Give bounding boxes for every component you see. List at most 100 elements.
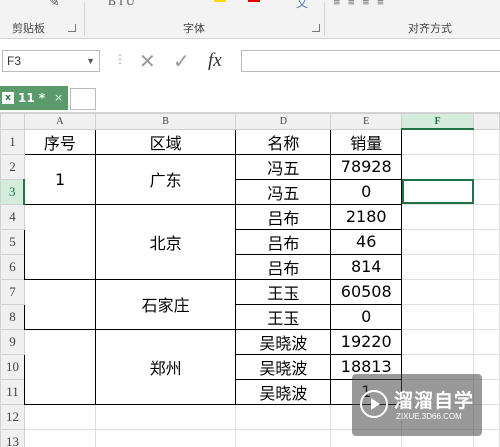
play-logo-icon bbox=[360, 390, 388, 418]
cell-sales[interactable]: 0 bbox=[330, 178, 403, 205]
font-color-icon[interactable] bbox=[248, 0, 260, 2]
row-header[interactable]: 5 bbox=[0, 228, 25, 255]
ribbon-separator bbox=[324, 2, 325, 36]
drag-handle-icon[interactable]: ⋮ bbox=[114, 52, 126, 66]
cell-region[interactable]: 石家庄 bbox=[94, 278, 237, 330]
cell-seq[interactable]: 1 bbox=[23, 153, 96, 205]
grid-cell[interactable] bbox=[473, 178, 500, 205]
cell-sales[interactable]: 0 bbox=[330, 303, 403, 330]
cell-sales[interactable]: 46 bbox=[330, 228, 403, 255]
cell-name[interactable]: 王玉 bbox=[235, 303, 332, 330]
cell-sales[interactable]: 814 bbox=[330, 253, 403, 280]
grid-cell[interactable] bbox=[94, 428, 237, 447]
row-header[interactable]: 13 bbox=[0, 428, 25, 447]
insert-function-button[interactable]: fx bbox=[208, 50, 222, 72]
column-header-f[interactable]: F bbox=[401, 113, 474, 130]
grid-cell[interactable] bbox=[235, 428, 332, 447]
group-label-clipboard: 剪贴板 bbox=[12, 22, 45, 35]
clipboard-launcher-icon[interactable] bbox=[68, 24, 76, 32]
row-header[interactable]: 2 bbox=[0, 153, 25, 180]
grid-cell[interactable] bbox=[94, 403, 237, 430]
cell-name[interactable]: 吕布 bbox=[235, 228, 332, 255]
grid-cell[interactable] bbox=[473, 153, 500, 180]
grid-cell[interactable] bbox=[401, 228, 474, 255]
cell-name[interactable]: 吕布 bbox=[235, 203, 332, 230]
selected-cell-f3[interactable] bbox=[401, 178, 474, 205]
align-buttons[interactable]: ≡≡≡≡ bbox=[333, 0, 391, 8]
cell-sales[interactable]: 60508 bbox=[330, 278, 403, 305]
grid-cell[interactable] bbox=[473, 203, 500, 230]
grid-cell[interactable] bbox=[473, 228, 500, 255]
cell-name[interactable]: 王玉 bbox=[235, 278, 332, 305]
row-header[interactable]: 7 bbox=[0, 278, 25, 305]
row-header[interactable]: 6 bbox=[0, 253, 25, 280]
cell-name[interactable]: 吴晓波 bbox=[235, 328, 332, 355]
column-header-b[interactable]: B bbox=[94, 113, 237, 130]
row-header[interactable]: 8 bbox=[0, 303, 25, 330]
name-box[interactable]: F3 ▼ bbox=[2, 50, 100, 72]
cell-region[interactable]: 郑州 bbox=[94, 328, 237, 405]
column-header-a[interactable]: A bbox=[23, 113, 96, 130]
grid-cell[interactable] bbox=[23, 428, 96, 447]
font-launcher-icon[interactable] bbox=[312, 24, 320, 32]
column-header-next[interactable] bbox=[473, 113, 500, 130]
column-header-d[interactable]: D bbox=[235, 113, 332, 130]
grid-cell[interactable] bbox=[401, 328, 474, 355]
cell-name[interactable]: 吕布 bbox=[235, 253, 332, 280]
cell-name[interactable]: 冯五 bbox=[235, 178, 332, 205]
cell-sales[interactable]: 19220 bbox=[330, 328, 403, 355]
excel-file-icon: x bbox=[2, 92, 14, 104]
row-header[interactable]: 4 bbox=[0, 203, 25, 230]
cell-header-region[interactable]: 区域 bbox=[94, 128, 237, 155]
grid-cell[interactable] bbox=[473, 253, 500, 280]
phonetic-icon[interactable]: 文 bbox=[296, 0, 308, 11]
name-box-value: F3 bbox=[7, 54, 22, 68]
cell-seq[interactable] bbox=[23, 203, 96, 280]
cell-sales[interactable]: 2180 bbox=[330, 203, 403, 230]
chevron-down-icon[interactable]: ▼ bbox=[86, 51, 95, 71]
grid-cell[interactable] bbox=[401, 303, 474, 330]
grid-cell[interactable] bbox=[401, 203, 474, 230]
grid-cell[interactable] bbox=[473, 128, 500, 155]
grid-cell[interactable] bbox=[23, 403, 96, 430]
fill-color-icon[interactable] bbox=[214, 0, 226, 2]
sheet-tab-active[interactable]: x 11 * × bbox=[0, 86, 68, 110]
grid-cell[interactable] bbox=[401, 128, 474, 155]
corner-select-all[interactable] bbox=[0, 113, 25, 130]
grid-cell[interactable] bbox=[401, 153, 474, 180]
watermark: 溜溜自学 ZIXUE.3D66.COM bbox=[352, 374, 482, 436]
grid-cell[interactable] bbox=[401, 253, 474, 280]
sheet-tab-bar: x 11 * × bbox=[0, 84, 500, 113]
formula-input[interactable] bbox=[241, 50, 500, 72]
row-header[interactable]: 11 bbox=[0, 378, 25, 405]
format-painter-icon[interactable]: ✎ bbox=[48, 0, 60, 10]
cell-name[interactable]: 冯五 bbox=[235, 153, 332, 180]
enter-button[interactable]: ✓ bbox=[173, 50, 190, 72]
grid-cell[interactable] bbox=[473, 278, 500, 305]
row-header[interactable]: 1 bbox=[0, 128, 25, 155]
cell-region[interactable]: 北京 bbox=[94, 203, 237, 280]
close-icon[interactable]: × bbox=[54, 86, 63, 110]
grid-cell[interactable] bbox=[473, 328, 500, 355]
cell-region[interactable]: 广东 bbox=[94, 153, 237, 205]
cell-sales[interactable]: 78928 bbox=[330, 153, 403, 180]
row-header[interactable]: 12 bbox=[0, 403, 25, 430]
new-sheet-tab[interactable] bbox=[70, 88, 96, 110]
cell-name[interactable]: 吴晓波 bbox=[235, 353, 332, 380]
grid-cell[interactable] bbox=[235, 403, 332, 430]
grid-cell[interactable] bbox=[401, 278, 474, 305]
row-header-selected[interactable]: 3 bbox=[0, 178, 26, 205]
cell-seq[interactable] bbox=[23, 328, 96, 405]
column-header-e[interactable]: E bbox=[330, 113, 403, 130]
cell-seq[interactable] bbox=[23, 278, 96, 330]
cell-name[interactable]: 吴晓波 bbox=[235, 378, 332, 405]
cell-header-seq[interactable]: 序号 bbox=[23, 128, 96, 155]
row-header[interactable]: 9 bbox=[0, 328, 25, 355]
font-style-buttons[interactable]: B I U bbox=[108, 0, 135, 9]
grid-cell[interactable] bbox=[473, 303, 500, 330]
cell-header-sales[interactable]: 销量 bbox=[330, 128, 403, 155]
row-header[interactable]: 10 bbox=[0, 353, 25, 380]
cancel-button[interactable]: ✕ bbox=[139, 50, 156, 72]
group-label-alignment: 对齐方式 bbox=[408, 22, 452, 35]
cell-header-name[interactable]: 名称 bbox=[235, 128, 332, 155]
